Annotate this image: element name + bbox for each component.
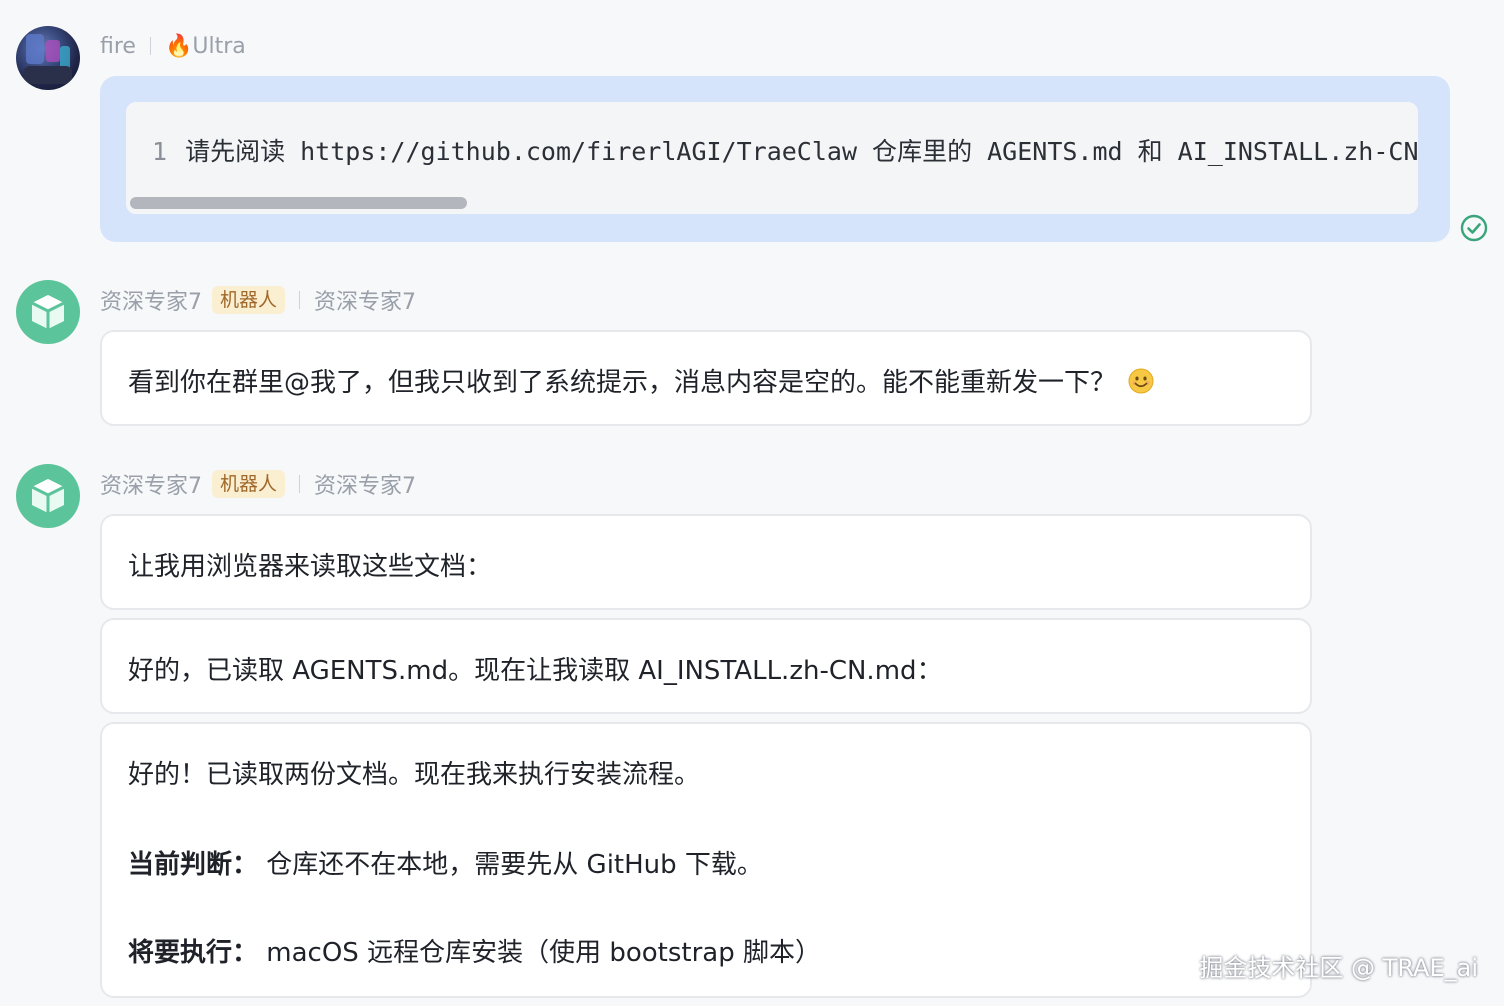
code-scrollbar-thumb[interactable]: [130, 197, 467, 209]
code-scrollbar-track[interactable]: [126, 192, 1418, 214]
smile-emoji-icon: [1128, 368, 1154, 394]
message-body: 看到你在群里@我了，但我只收到了系统提示，消息内容是空的。能不能重新发一下？: [128, 368, 1117, 398]
user-message-bubble: 1 请先阅读 https://github.com/firerlAGI/TraeC…: [100, 76, 1450, 242]
bot-avatar[interactable]: [16, 464, 80, 528]
bot-avatar[interactable]: [16, 280, 80, 344]
bot-message-card: 好的，已读取 AGENTS.md。现在让我读取 AI_INSTALL.zh-CN…: [100, 618, 1312, 714]
watermark: 掘金技术社区 @ TRAE_ai: [1199, 954, 1478, 982]
action-line: 将要执行： macOS 远程仓库安装（使用 bootstrap 脚本）: [128, 932, 821, 969]
bot-alias: 资深专家7: [314, 474, 417, 499]
bot-message-header: 资深专家7 机器人 资深专家7: [100, 284, 416, 316]
action-label: 将要执行：: [128, 938, 259, 968]
user-message-header: fire 🔥Ultra: [100, 30, 246, 62]
bot-message-header: 资深专家7 机器人 资深专家7: [100, 468, 416, 500]
user-name[interactable]: fire: [100, 34, 136, 59]
header-divider: [299, 475, 301, 493]
bot-message-text: 好的，已读取 AGENTS.md。现在让我读取 AI_INSTALL.zh-CN…: [128, 656, 943, 686]
cube-icon: [31, 295, 65, 329]
bot-name[interactable]: 资深专家7: [100, 284, 202, 316]
judgment-text: 仓库还不在本地，需要先从 GitHub 下载。: [266, 850, 763, 880]
bot-role-badge: 机器人: [212, 286, 286, 314]
code-line: 1 请先阅读 https://github.com/firerlAGI/TraeC…: [152, 132, 1418, 168]
chat-window: fire 🔥Ultra 1 请先阅读 https://github.com/fir…: [0, 0, 1504, 1006]
judgment-label: 当前判断：: [128, 850, 259, 880]
bot-name[interactable]: 资深专家7: [100, 468, 202, 500]
bot-message-text: 看到你在群里@我了，但我只收到了系统提示，消息内容是空的。能不能重新发一下？: [128, 362, 1154, 399]
cube-icon: [31, 479, 65, 513]
bot-message-card: 好的！已读取两份文档。现在我来执行安装流程。 当前判断： 仓库还不在本地，需要先…: [100, 722, 1312, 998]
header-divider: [149, 37, 151, 55]
check-circle-icon: [1460, 214, 1488, 242]
judgment-line: 当前判断： 仓库还不在本地，需要先从 GitHub 下载。: [128, 844, 763, 881]
bot-role-badge: 机器人: [212, 470, 286, 498]
action-text: macOS 远程仓库安装（使用 bootstrap 脚本）: [266, 938, 821, 968]
bot-message-card: 让我用浏览器来读取这些文档：: [100, 514, 1312, 610]
bot-message-text: 让我用浏览器来读取这些文档：: [128, 552, 493, 582]
user-avatar[interactable]: [16, 26, 80, 90]
bot-message-card: 看到你在群里@我了，但我只收到了系统提示，消息内容是空的。能不能重新发一下？: [100, 330, 1312, 426]
user-tier-badge: 🔥Ultra: [164, 33, 246, 59]
header-divider: [299, 291, 301, 309]
code-line-number: 1: [152, 137, 168, 166]
code-block[interactable]: 1 请先阅读 https://github.com/firerlAGI/TraeC…: [126, 102, 1418, 214]
code-text: 请先阅读 https://github.com/firerlAGI/TraeCl…: [185, 137, 1418, 166]
summary-intro: 好的！已读取两份文档。现在我来执行安装流程。: [128, 760, 701, 790]
bot-alias: 资深专家7: [314, 290, 417, 315]
